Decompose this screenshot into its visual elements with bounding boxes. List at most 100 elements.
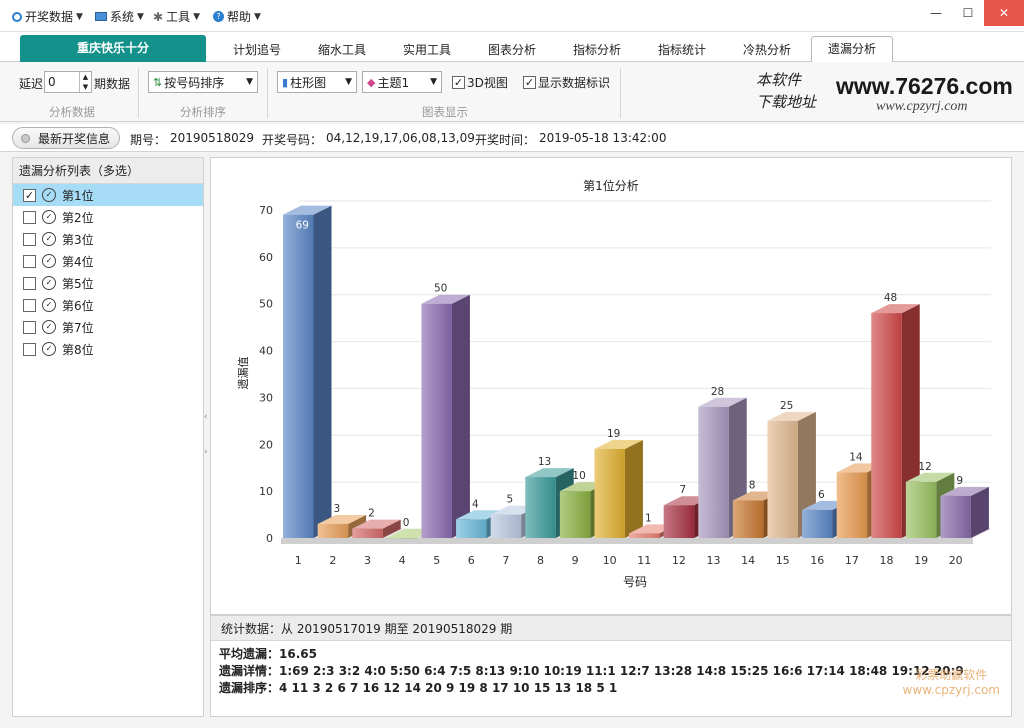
checkbox[interactable] [23, 342, 36, 356]
omission-chart: 0102030405060706913223045054657138109191… [236, 178, 991, 589]
x-tick-label: 7 [502, 554, 509, 567]
bar-10 [594, 448, 625, 538]
chevron-down-icon: ▼ [137, 11, 144, 22]
show-labels-checkbox[interactable]: ✓ 显示数据标识 [523, 74, 610, 91]
bar-5 [421, 303, 452, 538]
time-label: 开奖时间： [475, 133, 536, 147]
x-tick-label: 19 [914, 554, 928, 567]
menu-tools[interactable]: ✱ 工具 ▼ [153, 8, 200, 25]
monitor-icon [95, 12, 107, 21]
position-item[interactable]: ✓ 第8位 [13, 338, 203, 360]
checkbox[interactable] [23, 298, 36, 312]
position-item[interactable]: ✓ ✓ 第1位 [13, 184, 203, 206]
tab-plan[interactable]: 计划追号 [222, 38, 292, 62]
bar-value-label: 2 [368, 508, 375, 520]
minimize-button[interactable]: — [920, 0, 952, 26]
bar-value-label: 0 [403, 517, 410, 529]
latest-draw-button[interactable]: 最新开奖信息 [12, 127, 120, 149]
close-button[interactable]: ✕ [984, 0, 1024, 26]
bar-value-label: 14 [849, 451, 863, 463]
bar-8 [525, 477, 556, 538]
menu-label: 系统 [110, 10, 135, 24]
sort-icon: ⇅ [153, 75, 163, 89]
position-item[interactable]: ✓ 第7位 [13, 316, 203, 338]
bar-value-label: 48 [884, 292, 897, 304]
numbers-label: 开奖号码： [262, 133, 323, 147]
bar-side [451, 294, 470, 538]
circle-icon [12, 11, 22, 22]
bar-value-label: 5 [507, 494, 514, 506]
position-item[interactable]: ✓ 第2位 [13, 206, 203, 228]
chart-type-select[interactable]: ▮ 柱形图 ▼ [277, 71, 357, 93]
position-item[interactable]: ✓ 第3位 [13, 228, 203, 250]
bar-value-label: 1 [645, 512, 652, 524]
position-label: 第8位 [62, 342, 94, 357]
checkbox[interactable] [23, 276, 36, 290]
chevron-right-icon[interactable]: › [204, 447, 208, 457]
radio-dot-icon [21, 133, 30, 143]
bar-value-label: 13 [538, 456, 551, 468]
bar-18 [871, 313, 902, 538]
bar-value-label: 19 [607, 428, 620, 440]
tab-shrink[interactable]: 缩水工具 [307, 38, 377, 62]
position-item[interactable]: ✓ 第4位 [13, 250, 203, 272]
chevron-down-icon: ▼ [76, 11, 83, 22]
tab-indicator-stats[interactable]: 指标统计 [647, 38, 717, 62]
clock-icon: ✓ [42, 276, 56, 290]
logo-site: www.76276.com [836, 73, 1013, 99]
show-labels-label: 显示数据标识 [538, 76, 611, 90]
bar-chart-icon: ▮ [282, 75, 289, 89]
chevron-down-icon: ▼ [345, 77, 352, 87]
tab-utility[interactable]: 实用工具 [392, 38, 462, 62]
x-tick-label: 18 [880, 554, 894, 567]
x-tick-label: 17 [845, 554, 859, 567]
maximize-button[interactable]: ☐ [952, 0, 984, 26]
x-tick-label: 8 [537, 554, 544, 567]
checkbox[interactable] [23, 232, 36, 246]
x-tick-label: 4 [399, 554, 406, 567]
spin-arrows-icon[interactable]: ▲ ▼ [79, 72, 91, 92]
clock-icon: ✓ [42, 342, 56, 356]
stats-panel: 统计数据：从 20190517019 期至 20190518029 期 平均遗漏… [210, 615, 1012, 717]
bar-value-label: 9 [956, 475, 963, 487]
y-tick-label: 50 [259, 298, 273, 311]
bar-7 [490, 514, 522, 538]
bar-side [970, 486, 989, 538]
position-item[interactable]: ✓ 第6位 [13, 294, 203, 316]
delay-stepper[interactable]: 0 ▲ ▼ [44, 71, 92, 93]
group-label: 分析排序 [180, 105, 226, 119]
bar-9 [559, 491, 591, 538]
menu-kaijiang[interactable]: 开奖数据 ▼ [12, 8, 83, 25]
bar-side [624, 439, 643, 538]
y-tick-label: 20 [259, 438, 273, 451]
bar-value-label: 8 [749, 480, 756, 492]
menu-help[interactable]: ? 帮助 ▼ [213, 8, 261, 25]
theme-value: 主题1 [377, 75, 410, 90]
menu-system[interactable]: 系统 ▼ [95, 8, 144, 25]
bar-1 [283, 214, 314, 538]
theme-select[interactable]: ◆ 主题1 ▼ [362, 71, 442, 93]
sort-select[interactable]: ⇅ 按号码排序 ▼ [148, 71, 258, 93]
checkbox[interactable] [23, 320, 36, 334]
chevron-left-icon[interactable]: ‹ [204, 412, 208, 422]
tab-hot-cold[interactable]: 冷热分析 [732, 38, 802, 62]
x-tick-label: 20 [949, 554, 963, 567]
position-item[interactable]: ✓ 第5位 [13, 272, 203, 294]
menu-label: 开奖数据 [25, 10, 74, 24]
chevron-down-icon: ▼ [193, 11, 200, 22]
tab-indicator-analysis[interactable]: 指标分析 [562, 38, 632, 62]
checkbox[interactable]: ✓ [23, 188, 36, 202]
latest-draw-bar: 最新开奖信息 期号： 20190518029 开奖号码： 04,12,19,17… [0, 124, 1024, 152]
view-3d-checkbox[interactable]: ✓ 3D视图 [452, 74, 508, 91]
lottery-tab[interactable]: 重庆快乐十分 [20, 35, 206, 62]
bar-value-label: 7 [680, 484, 687, 496]
bar-11 [629, 533, 660, 538]
tab-chart-analysis[interactable]: 图表分析 [477, 38, 547, 62]
checkbox[interactable] [23, 254, 36, 268]
sort-value: 按号码排序 [164, 75, 225, 90]
tab-omission[interactable]: 遗漏分析 [811, 36, 893, 63]
menu-label: 工具 [166, 10, 191, 24]
checkbox[interactable] [23, 210, 36, 224]
tools-icon: ✱ [153, 9, 164, 24]
chevron-down-icon: ▼ [246, 77, 253, 87]
